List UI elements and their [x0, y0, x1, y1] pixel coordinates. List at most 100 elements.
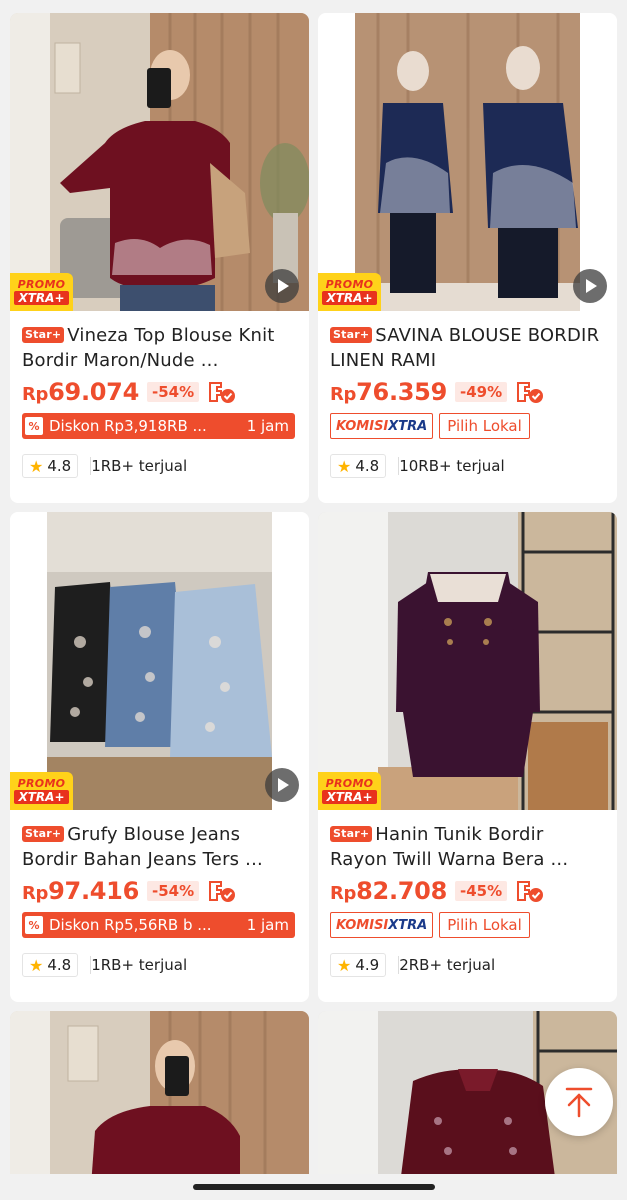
price-row: Rp76.359 -49%: [330, 377, 605, 407]
star-icon: ★: [29, 955, 44, 975]
price-currency: Rp: [330, 384, 357, 405]
price-amount: 82.708: [356, 877, 447, 905]
rating-sold-row: ★ 4.9 2RB+ terjual: [330, 952, 605, 978]
percent-icon: %: [25, 916, 43, 934]
product-price: Rp97.416: [22, 877, 139, 905]
price-row: Rp97.416 -54%: [22, 876, 297, 906]
xtra-label: XTRA+: [322, 291, 377, 305]
sold-count: 1RB+ terjual: [90, 956, 188, 974]
pilih-lokal-tag: Pilih Lokal: [439, 912, 530, 938]
rating-value: 4.9: [355, 956, 380, 974]
play-icon[interactable]: [573, 269, 607, 303]
play-icon[interactable]: [265, 768, 299, 802]
star-icon: ★: [337, 955, 352, 975]
star-plus-badge: Star+: [330, 327, 373, 343]
komisi-label: KOMISI: [336, 418, 389, 434]
rating-value: 4.8: [47, 956, 72, 974]
product-photo-maroon-top: [10, 1011, 309, 1200]
product-photo-purple-tunic: [318, 512, 617, 810]
rating-badge: ★ 4.8: [22, 454, 79, 478]
promo-label: PROMO: [17, 278, 66, 291]
rating-value: 4.8: [47, 457, 72, 475]
home-indicator[interactable]: [193, 1184, 435, 1190]
star-plus-badge: Star+: [330, 826, 373, 842]
pilih-lokal-tag: Pilih Lokal: [439, 413, 530, 439]
diskon-time: 1 jam: [246, 417, 289, 435]
cod-check-icon: [517, 881, 544, 902]
rating-sold-row: ★ 4.8 10RB+ terjual: [330, 453, 605, 479]
product-photo-maroon-blouse: [10, 13, 309, 311]
percent-icon: %: [25, 417, 43, 435]
xtra-label: XTRA: [388, 917, 428, 933]
discount-badge: -54%: [146, 881, 200, 901]
xtra-label: XTRA: [388, 418, 428, 434]
xtra-label: XTRA+: [322, 790, 377, 804]
discount-badge: -45%: [454, 881, 508, 901]
discount-badge: -54%: [146, 382, 200, 402]
xtra-label: XTRA+: [14, 790, 69, 804]
product-price: Rp82.708: [330, 877, 447, 905]
diskon-text: Diskon Rp5,56RB b ...: [49, 916, 212, 934]
product-title[interactable]: Star+ Grufy Blouse Jeans Bordir Bahan Jea…: [22, 822, 297, 872]
product-image[interactable]: PROMO XTRA+: [10, 13, 309, 311]
product-price: Rp76.359: [330, 378, 447, 406]
star-plus-badge: Star+: [22, 826, 65, 842]
product-feed-screen: PROMO XTRA+ Star+ Vineza Top Blouse Knit …: [0, 0, 627, 1200]
product-image[interactable]: PROMO XTRA+: [10, 512, 309, 810]
product-title[interactable]: Star+ Vineza Top Blouse Knit Bordir Maron…: [22, 323, 297, 373]
promo-xtra-badge: PROMO XTRA+: [10, 273, 73, 311]
product-title[interactable]: Star+ SAVINA BLOUSE BORDIR LINEN RAMI: [330, 323, 605, 373]
rating-badge: ★ 4.9: [330, 953, 387, 977]
rating-badge: ★ 4.8: [22, 953, 79, 977]
scroll-to-top-button[interactable]: [545, 1068, 613, 1136]
cod-check-icon: [517, 382, 544, 403]
komisi-xtra-tag: KOMISI XTRA: [330, 413, 434, 439]
product-card[interactable]: PROMO XTRA+ Star+ Grufy Blouse Jeans Bord…: [10, 512, 309, 1002]
product-photo-navy-blouse: [318, 13, 617, 311]
price-row: Rp69.074 -54%: [22, 377, 297, 407]
price-currency: Rp: [22, 883, 49, 904]
rating-value: 4.8: [355, 457, 380, 475]
product-image[interactable]: [10, 1011, 309, 1200]
sold-count: 1RB+ terjual: [90, 457, 188, 475]
diskon-text: Diskon Rp3,918RB ...: [49, 417, 207, 435]
price-amount: 97.416: [48, 877, 139, 905]
diskon-time: 1 jam: [246, 916, 289, 934]
star-plus-badge: Star+: [22, 327, 65, 343]
komisi-xtra-tag: KOMISI XTRA: [330, 912, 434, 938]
product-title[interactable]: Star+ Hanin Tunik Bordir Rayon Twill Warn…: [330, 822, 605, 872]
price-amount: 76.359: [356, 378, 447, 406]
rating-sold-row: ★ 4.8 1RB+ terjual: [22, 952, 297, 978]
promo-label: PROMO: [17, 777, 66, 790]
play-icon[interactable]: [265, 269, 299, 303]
product-image[interactable]: PROMO XTRA+: [318, 13, 617, 311]
price-row: Rp82.708 -45%: [330, 876, 605, 906]
product-card[interactable]: PROMO XTRA+ Star+ Hanin Tunik Bordir Rayo…: [318, 512, 617, 1002]
product-card[interactable]: [10, 1011, 309, 1200]
rating-sold-row: ★ 4.8 1RB+ terjual: [22, 453, 297, 479]
komisi-label: KOMISI: [336, 917, 389, 933]
xtra-label: XTRA+: [14, 291, 69, 305]
cod-check-icon: [209, 881, 236, 902]
promo-xtra-badge: PROMO XTRA+: [318, 273, 381, 311]
star-icon: ★: [337, 456, 352, 476]
product-price: Rp69.074: [22, 378, 139, 406]
rating-badge: ★ 4.8: [330, 454, 387, 478]
product-card[interactable]: PROMO XTRA+ Star+ Vineza Top Blouse Knit …: [10, 13, 309, 503]
promo-xtra-badge: PROMO XTRA+: [318, 772, 381, 810]
discount-badge: -49%: [454, 382, 508, 402]
price-currency: Rp: [22, 384, 49, 405]
sold-count: 10RB+ terjual: [398, 457, 505, 475]
promo-label: PROMO: [325, 777, 374, 790]
product-photo-jeans-blouses: [10, 512, 309, 810]
flash-discount-tag[interactable]: % Diskon Rp5,56RB b ... 1 jam: [22, 912, 295, 938]
product-image[interactable]: PROMO XTRA+: [318, 512, 617, 810]
cod-check-icon: [209, 382, 236, 403]
product-card[interactable]: PROMO XTRA+ Star+ SAVINA BLOUSE BORDIR LI…: [318, 13, 617, 503]
sold-count: 2RB+ terjual: [398, 956, 496, 974]
arrow-up-to-top-icon: [565, 1087, 593, 1118]
promo-label: PROMO: [325, 278, 374, 291]
flash-discount-tag[interactable]: % Diskon Rp3,918RB ... 1 jam: [22, 413, 295, 439]
price-amount: 69.074: [48, 378, 139, 406]
star-icon: ★: [29, 456, 44, 476]
